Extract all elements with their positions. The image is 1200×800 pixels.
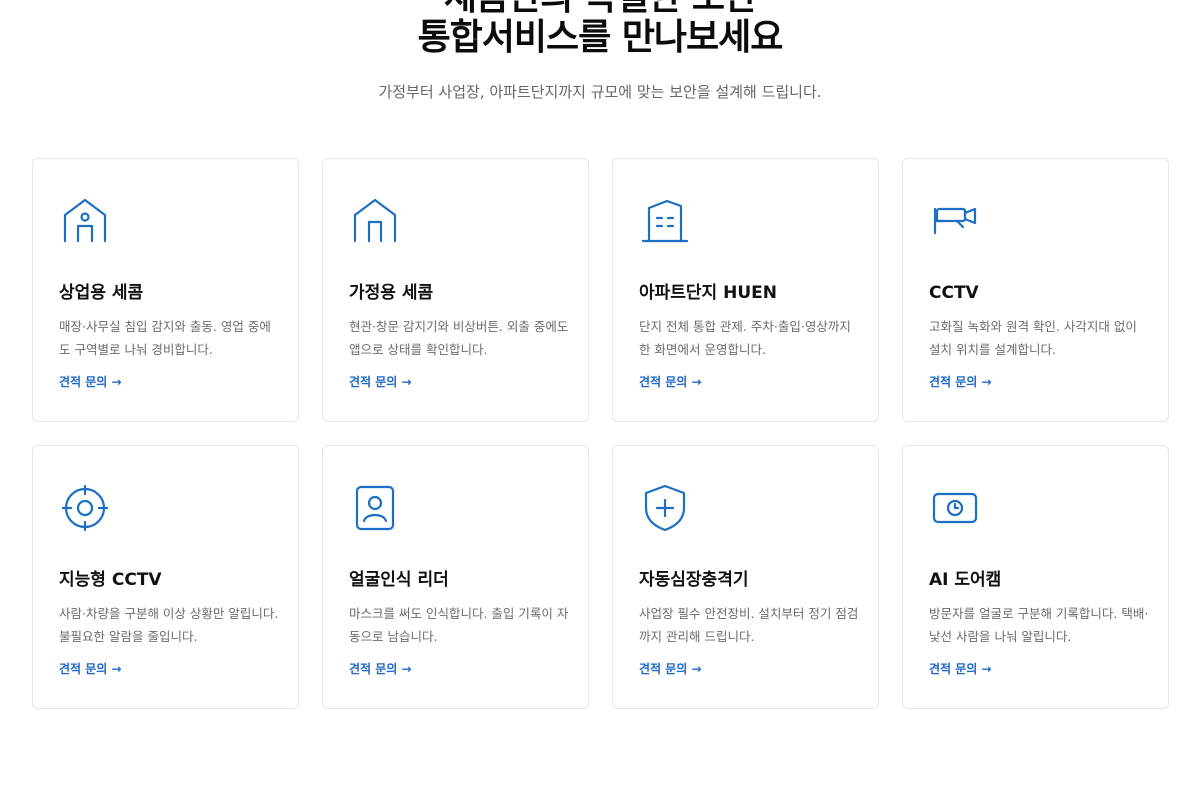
section-subtitle: 가정부터 사업장, 아파트단지까지 규모에 맞는 보안을 설계해 드립니다. xyxy=(378,83,822,101)
store-person-icon xyxy=(59,195,111,247)
face-id-icon xyxy=(349,482,401,534)
service-card[interactable]: 아파트단지 HUEN 단지 전체 통합 관제. 주차·출입·영상까지 한 화면에… xyxy=(612,158,879,422)
quote-inquiry-link[interactable]: 견적 문의 → xyxy=(349,374,412,390)
card-title: 자동심장충격기 xyxy=(639,570,749,590)
service-card[interactable]: 자동심장충격기 사업장 필수 안전장비. 설치부터 정기 점검까지 관리해 드립… xyxy=(612,445,879,709)
quote-inquiry-link[interactable]: 견적 문의 → xyxy=(929,374,992,390)
service-card[interactable]: 상업용 세콤 매장·사무실 침입 감지와 출동. 영업 중에도 구역별로 나눠 … xyxy=(32,158,299,422)
card-title: AI 도어캠 xyxy=(929,570,1002,590)
card-description: 사업장 필수 안전장비. 설치부터 정기 점검까지 관리해 드립니다. xyxy=(639,606,859,644)
card-description: 마스크를 써도 인식합니다. 출입 기록이 자동으로 남습니다. xyxy=(349,606,569,644)
door-camera-icon xyxy=(929,482,981,534)
target-crosshair-icon xyxy=(59,482,111,534)
quote-inquiry-link[interactable]: 견적 문의 → xyxy=(639,374,702,390)
service-card[interactable]: CCTV 고화질 녹화와 원격 확인. 사각지대 없이 설치 위치를 설계합니다… xyxy=(902,158,1169,422)
quote-inquiry-link[interactable]: 견적 문의 → xyxy=(59,661,122,677)
service-card[interactable]: 지능형 CCTV 사람·차량을 구분해 이상 상황만 알립니다. 불필요한 알람… xyxy=(32,445,299,709)
cctv-camera-icon xyxy=(929,195,981,247)
service-card[interactable]: 가정용 세콤 현관·창문 감지기와 비상버튼. 외출 중에도 앱으로 상태를 확… xyxy=(322,158,589,422)
card-title: 지능형 CCTV xyxy=(59,570,162,590)
quote-inquiry-link[interactable]: 견적 문의 → xyxy=(59,374,122,390)
card-title: 아파트단지 HUEN xyxy=(639,283,777,303)
card-description: 사람·차량을 구분해 이상 상황만 알립니다. 불필요한 알람을 줄입니다. xyxy=(59,606,279,644)
card-title: 가정용 세콤 xyxy=(349,283,434,303)
quote-inquiry-link[interactable]: 견적 문의 → xyxy=(929,661,992,677)
quote-inquiry-link[interactable]: 견적 문의 → xyxy=(349,661,412,677)
shield-plus-icon xyxy=(639,482,691,534)
quote-inquiry-link[interactable]: 견적 문의 → xyxy=(639,661,702,677)
house-icon xyxy=(349,195,401,247)
apartment-building-icon xyxy=(639,195,691,247)
service-card-grid: 상업용 세콤 매장·사무실 침입 감지와 출동. 영업 중에도 구역별로 나눠 … xyxy=(32,158,1169,709)
card-description: 방문자를 얼굴로 구분해 기록합니다. 택배·낯선 사람을 나눠 알립니다. xyxy=(929,606,1149,644)
card-description: 현관·창문 감지기와 비상버튼. 외출 중에도 앱으로 상태를 확인합니다. xyxy=(349,319,569,357)
service-card[interactable]: 얼굴인식 리더 마스크를 써도 인식합니다. 출입 기록이 자동으로 남습니다.… xyxy=(322,445,589,709)
card-description: 매장·사무실 침입 감지와 출동. 영업 중에도 구역별로 나눠 경비합니다. xyxy=(59,319,271,357)
section-title-line2: 통합서비스를 만나보세요 xyxy=(417,17,784,58)
card-description: 단지 전체 통합 관제. 주차·출입·영상까지 한 화면에서 운영합니다. xyxy=(639,319,851,357)
service-card[interactable]: AI 도어캠 방문자를 얼굴로 구분해 기록합니다. 택배·낯선 사람을 나눠 … xyxy=(902,445,1169,709)
card-title: 상업용 세콤 xyxy=(59,283,144,303)
card-title: 얼굴인식 리더 xyxy=(349,570,449,590)
card-title: CCTV xyxy=(929,283,979,303)
card-description: 고화질 녹화와 원격 확인. 사각지대 없이 설치 위치를 설계합니다. xyxy=(929,319,1137,357)
